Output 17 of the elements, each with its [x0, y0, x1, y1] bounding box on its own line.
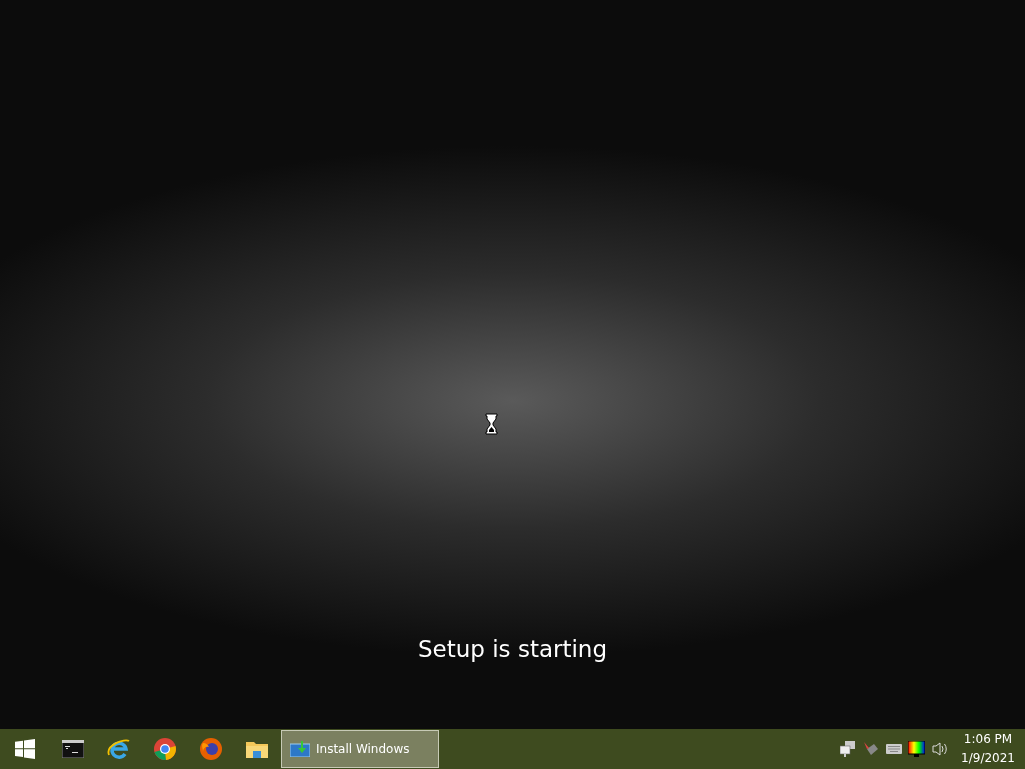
pen-tablet-icon[interactable] [862, 741, 879, 757]
monitor-download-icon [290, 741, 310, 757]
browser-e-icon [107, 737, 131, 761]
terminal-icon [62, 740, 84, 758]
windows-logo-icon [15, 739, 35, 759]
browser-ball-icon [153, 737, 177, 761]
fox-globe-icon [199, 737, 223, 761]
network-icon[interactable] [839, 741, 856, 757]
folder-icon [246, 740, 268, 758]
status-message: Setup is starting [417, 635, 608, 664]
keyboard-icon[interactable] [885, 744, 902, 754]
clock-time: 1:06 PM [962, 731, 1014, 748]
taskbar-window-button[interactable]: Install Windows [281, 730, 439, 768]
hourglass-cursor-icon [485, 412, 498, 435]
speaker-icon[interactable] [931, 742, 948, 756]
color-display-icon[interactable] [908, 741, 926, 757]
clock-date: 1/9/2021 [961, 750, 1015, 767]
